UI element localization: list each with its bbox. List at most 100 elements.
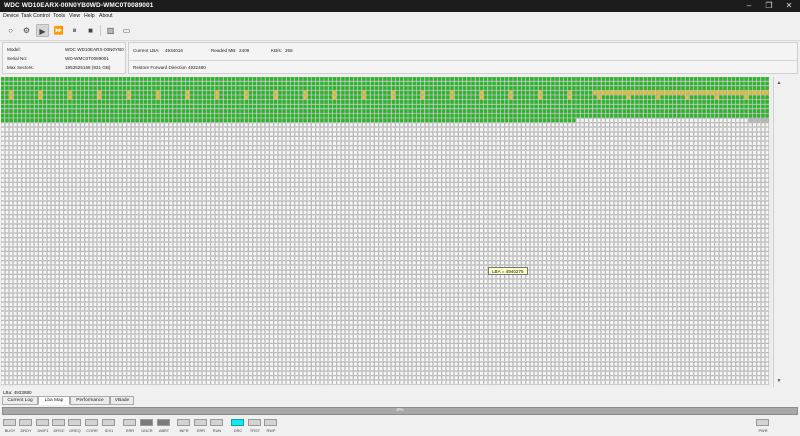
sector-cell (488, 122, 492, 127)
sector-cell (454, 155, 459, 160)
sector-cell (282, 104, 286, 109)
sector-cell (248, 145, 253, 150)
sector-cell (425, 90, 429, 95)
sector-cell (219, 155, 223, 160)
menu-about[interactable]: About (99, 13, 113, 19)
sector-cell (139, 178, 144, 183)
sector-cell (370, 136, 375, 141)
sector-cell (51, 187, 55, 192)
sector-cell (681, 118, 685, 123)
sector-cell (559, 136, 564, 141)
menu-help[interactable]: Help (84, 13, 95, 19)
fast-forward-icon[interactable]: ⏩ (52, 24, 65, 37)
stop-icon[interactable]: ■ (84, 24, 97, 37)
sector-cell (748, 95, 753, 100)
sector-cell (605, 155, 610, 160)
sector-cell (399, 95, 404, 100)
menu-tools[interactable]: Tools (53, 13, 65, 19)
sector-cell (572, 145, 576, 150)
sector-cell (273, 196, 278, 201)
sector-cell (391, 168, 396, 173)
sector-cell (5, 86, 9, 91)
sector-cell (509, 109, 513, 114)
sector-cell (59, 86, 64, 91)
sector-cell (576, 150, 580, 155)
sector-cell (639, 86, 643, 91)
sector-cell (689, 141, 694, 146)
sector-cell (471, 109, 475, 114)
sector-cell (479, 90, 484, 95)
sector-cell (383, 99, 387, 104)
maximize-icon[interactable]: ❐ (762, 1, 776, 11)
sector-cell (341, 118, 345, 123)
window-icon[interactable]: ▭ (120, 24, 133, 37)
sector-cell (374, 122, 379, 127)
sector-cell (299, 86, 303, 91)
sector-cell (639, 76, 643, 81)
sector-cell (63, 150, 68, 155)
sector-cell (483, 191, 488, 196)
sector-cell (731, 81, 736, 86)
sector-cell (198, 95, 202, 100)
sector-cell (588, 104, 593, 109)
sector-cell (97, 86, 102, 91)
close-icon[interactable]: ✕ (782, 1, 796, 11)
sector-cell (63, 191, 68, 196)
settings-icon[interactable]: ⚙ (20, 24, 33, 37)
sector-cell (584, 113, 589, 118)
sector-cell (563, 141, 568, 146)
sector-cell (643, 90, 648, 95)
sector-cell (34, 196, 39, 201)
sector-cell (626, 118, 631, 123)
sector-cell (164, 173, 169, 178)
sector-cell (131, 141, 135, 146)
sector-cell (93, 127, 97, 132)
sector-cell (668, 168, 673, 173)
sector-cell (731, 164, 736, 169)
sector-cell (639, 99, 643, 104)
sector-cell (622, 122, 627, 127)
sector-cell (286, 90, 291, 95)
sector-map[interactable] (0, 76, 772, 387)
minimize-icon[interactable]: – (742, 1, 756, 11)
sector-cell (198, 141, 202, 146)
sector-cell (189, 178, 194, 183)
play-icon[interactable]: ▶ (36, 24, 49, 37)
sector-cell (399, 104, 404, 109)
sector-cell (290, 145, 295, 150)
sector-cell (320, 182, 324, 187)
sector-cell (198, 113, 202, 118)
sector-cell (80, 76, 85, 81)
sector-cell (689, 196, 694, 201)
sector-cell (139, 191, 144, 196)
menu-device[interactable]: Device (3, 13, 19, 19)
sector-cell (139, 187, 144, 192)
sector-cell (311, 187, 316, 192)
sector-cell (269, 132, 274, 137)
sector-cell (433, 191, 438, 196)
sector-cell (408, 141, 412, 146)
sector-cell (689, 118, 694, 123)
menu-view[interactable]: View (69, 13, 80, 19)
sector-cell (735, 136, 740, 141)
sector-cell (341, 109, 345, 114)
sector-cell (72, 76, 76, 81)
refresh-icon[interactable]: ○ (4, 24, 17, 37)
sector-cell (677, 118, 681, 123)
sector-cell (210, 104, 215, 109)
sector-cell (404, 196, 408, 201)
sector-cell (290, 127, 295, 132)
sector-cell (710, 122, 715, 127)
sector-cell (357, 81, 362, 86)
sector-cell (315, 196, 320, 201)
sector-cell (651, 99, 656, 104)
sector-cell (714, 187, 719, 192)
menu-task-control[interactable]: Task Control (21, 13, 50, 19)
sector-cell (752, 122, 757, 127)
sector-cell (164, 136, 169, 141)
sector-cell (614, 191, 618, 196)
pause-icon[interactable]: ⏸ (68, 24, 81, 37)
sector-cell (294, 159, 299, 164)
panel-icon[interactable]: ▥ (104, 24, 117, 37)
sector-cell (311, 127, 316, 132)
